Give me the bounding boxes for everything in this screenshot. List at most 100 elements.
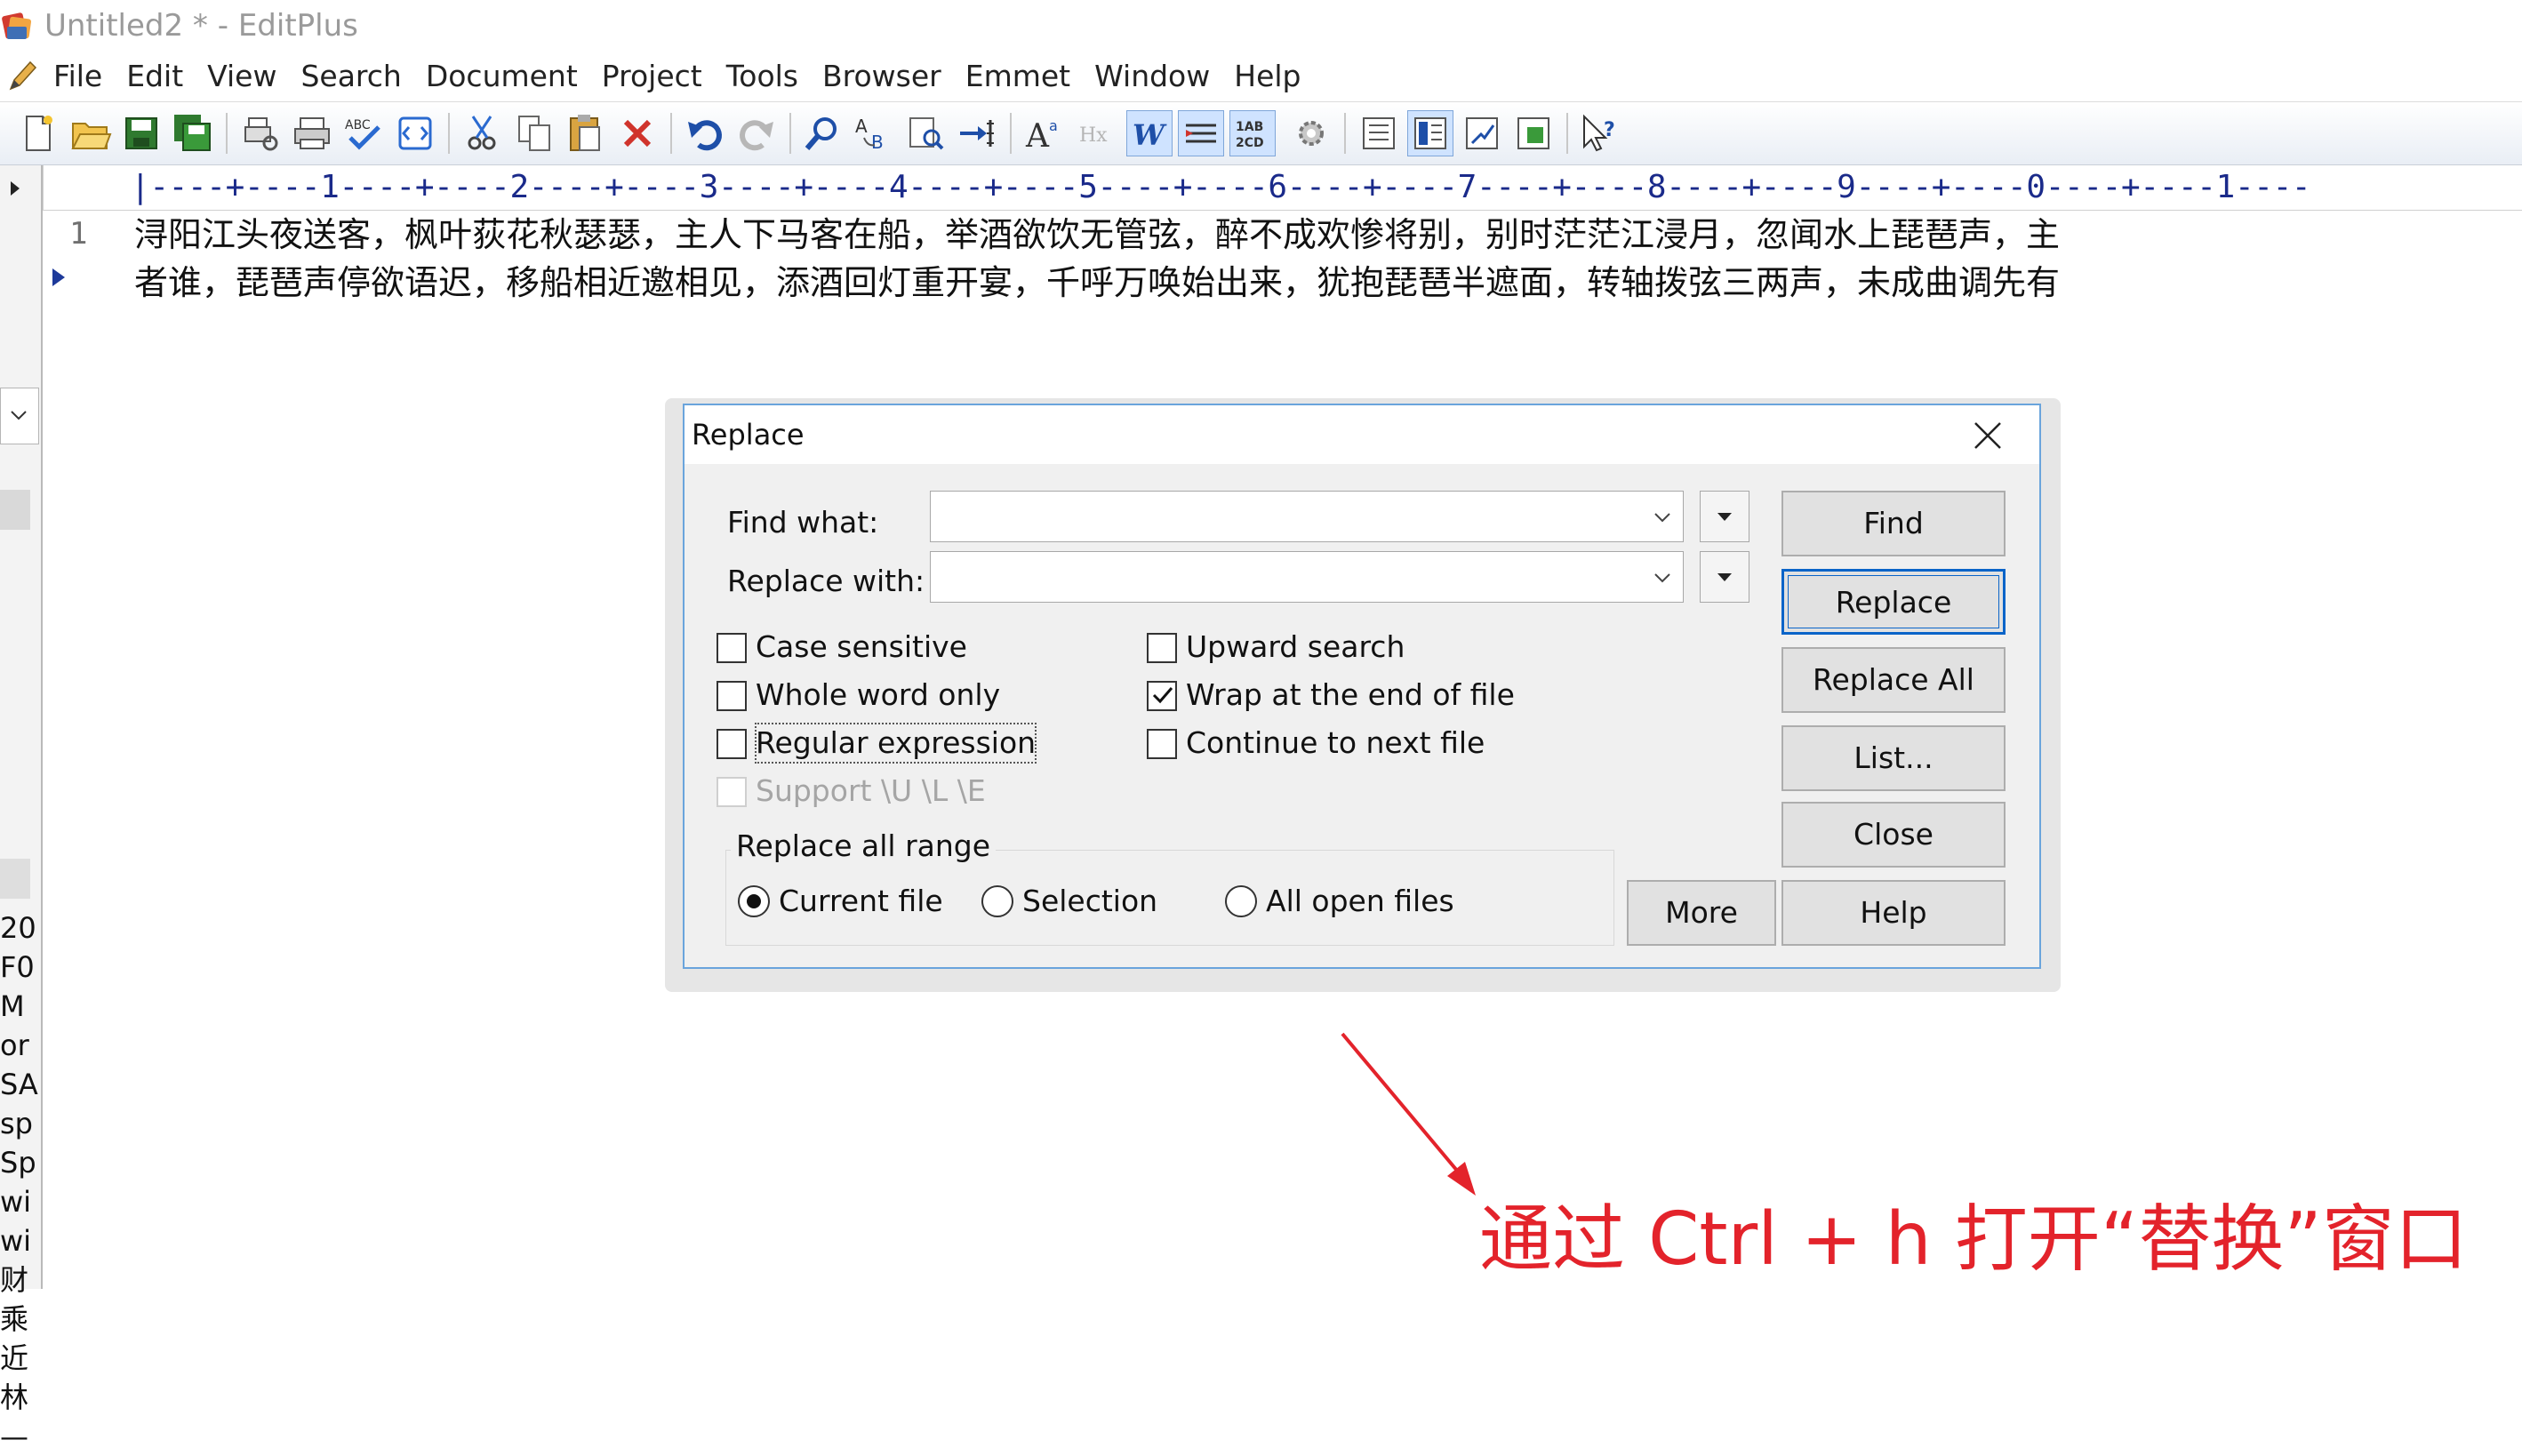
replace-options-dropdown[interactable] — [1700, 551, 1749, 603]
menu-edit[interactable]: Edit — [126, 52, 183, 101]
replace-all-button[interactable]: Replace All — [1781, 647, 2006, 713]
list-item[interactable]: sp — [0, 1104, 39, 1143]
list-item[interactable]: M — [0, 987, 39, 1026]
replace-icon[interactable]: AB — [852, 111, 896, 156]
menu-search[interactable]: Search — [300, 52, 401, 101]
regular-expression-checkbox[interactable] — [717, 729, 747, 759]
list-item[interactable]: 林 — [0, 1378, 39, 1417]
pencil-icon[interactable] — [5, 59, 37, 94]
word-wrap-icon[interactable]: W — [1126, 110, 1173, 156]
panel-splitter[interactable] — [0, 859, 30, 899]
panel-expand-icon[interactable] — [4, 178, 25, 199]
selection-radio[interactable] — [981, 885, 1013, 917]
upward-search-checkbox[interactable] — [1147, 633, 1177, 663]
editplus-app-icon[interactable] — [0, 9, 36, 43]
list-item[interactable]: wi — [0, 1221, 39, 1260]
replace-with-input[interactable] — [938, 557, 1635, 598]
all-open-files-radio[interactable] — [1225, 885, 1257, 917]
chevron-down-icon[interactable] — [1651, 506, 1674, 529]
find-options-dropdown[interactable] — [1700, 491, 1749, 542]
list-item[interactable]: wi — [0, 1182, 39, 1221]
cut-icon[interactable] — [460, 111, 505, 156]
new-file-icon[interactable] — [16, 111, 60, 156]
close-button[interactable]: Close — [1781, 802, 2006, 868]
list-item[interactable]: or — [0, 1026, 39, 1065]
current-file-radio[interactable] — [738, 885, 770, 917]
save-all-icon[interactable] — [171, 111, 215, 156]
chevron-down-icon[interactable] — [1651, 566, 1674, 589]
dialog-title-bar[interactable]: Replace — [685, 405, 2039, 464]
delete-icon[interactable] — [615, 111, 660, 156]
replace-button[interactable]: Replace — [1781, 569, 2006, 635]
close-icon[interactable] — [1970, 418, 2006, 453]
current-file-label[interactable]: Current file — [779, 882, 943, 921]
menu-file[interactable]: File — [53, 52, 102, 101]
svg-text:B: B — [871, 132, 884, 153]
panel-scroll-thumb[interactable] — [0, 490, 30, 530]
browser-preview-icon[interactable] — [393, 111, 437, 156]
find-what-combobox[interactable] — [930, 491, 1684, 542]
menu-browser[interactable]: Browser — [822, 52, 941, 101]
redo-icon[interactable] — [734, 111, 779, 156]
whole-word-checkbox[interactable] — [717, 681, 747, 711]
menu-help[interactable]: Help — [1234, 52, 1301, 101]
save-icon[interactable] — [119, 111, 164, 156]
regular-expression-label[interactable]: Regular expression — [754, 723, 1037, 764]
directory-panel-icon[interactable] — [1407, 110, 1453, 156]
list-item[interactable]: 近 — [0, 1339, 39, 1378]
print-preview-icon[interactable] — [238, 111, 283, 156]
menu-window[interactable]: Window — [1094, 52, 1210, 101]
open-folder-icon[interactable] — [68, 111, 112, 156]
replace-range-title: Replace all range — [731, 827, 997, 866]
output-window-icon[interactable] — [1460, 111, 1504, 156]
menu-view[interactable]: View — [207, 52, 276, 101]
list-button[interactable]: List... — [1781, 725, 2006, 791]
menu-project[interactable]: Project — [602, 52, 702, 101]
case-sensitive-label[interactable]: Case sensitive — [756, 628, 967, 667]
fullscreen-icon[interactable] — [1511, 111, 1556, 156]
goto-line-icon[interactable] — [955, 111, 999, 156]
find-button[interactable]: Find — [1781, 491, 2006, 556]
find-icon[interactable] — [800, 111, 845, 156]
replace-with-combobox[interactable] — [930, 551, 1684, 603]
list-item[interactable]: 20 — [0, 908, 39, 948]
paste-icon[interactable] — [564, 111, 608, 156]
list-item[interactable]: 乘 — [0, 1300, 39, 1339]
selection-label[interactable]: Selection — [1022, 882, 1157, 921]
editor-text-line[interactable]: 者谁，琵琶声停欲语迟，移船相近邀相见，添酒回灯重开宴，千呼万唤始出来，犹抱琵琶半… — [134, 259, 2060, 307]
menu-emmet[interactable]: Emmet — [965, 52, 1070, 101]
find-in-files-icon[interactable] — [903, 111, 948, 156]
column-selection-icon[interactable]: 1AB2CD — [1229, 110, 1276, 156]
spell-check-icon[interactable]: ABC — [341, 111, 386, 156]
list-item[interactable]: SA — [0, 1065, 39, 1104]
cliptext-panel-icon[interactable] — [1357, 111, 1401, 156]
whole-word-label[interactable]: Whole word only — [756, 676, 1000, 715]
svg-text:1AB: 1AB — [1236, 120, 1263, 134]
list-item[interactable]: — — [0, 1417, 39, 1456]
all-open-files-label[interactable]: All open files — [1266, 882, 1454, 921]
editor-text-line[interactable]: 浔阳江头夜送客，枫叶荻花秋瑟瑟，主人下马客在船，举酒欲饮无管弦，醉不成欢惨将别，… — [134, 211, 2060, 259]
line-number-icon[interactable] — [1178, 110, 1224, 156]
find-what-input[interactable] — [938, 497, 1635, 538]
wrap-end-of-file-checkbox[interactable] — [1147, 681, 1177, 711]
continue-next-file-checkbox[interactable] — [1147, 729, 1177, 759]
wrap-end-of-file-label[interactable]: Wrap at the end of file — [1186, 676, 1515, 715]
copy-icon[interactable] — [512, 111, 556, 156]
upward-search-label[interactable]: Upward search — [1186, 628, 1405, 667]
case-sensitive-checkbox[interactable] — [717, 633, 747, 663]
list-item[interactable]: Sp — [0, 1143, 39, 1182]
hex-icon[interactable]: Hx — [1074, 111, 1118, 156]
print-icon[interactable] — [290, 111, 334, 156]
panel-dropdown[interactable] — [0, 388, 39, 444]
more-button[interactable]: More — [1627, 880, 1776, 946]
list-item[interactable]: F0 — [0, 948, 39, 987]
continue-next-file-label[interactable]: Continue to next file — [1186, 724, 1485, 763]
font-icon[interactable]: Aa — [1022, 111, 1067, 156]
menu-tools[interactable]: Tools — [726, 52, 798, 101]
help-button[interactable]: Help — [1781, 880, 2006, 946]
help-pointer-icon[interactable]: ? — [1577, 111, 1621, 156]
settings-gear-icon[interactable] — [1289, 111, 1333, 156]
list-item[interactable]: 财 — [0, 1260, 39, 1300]
undo-icon[interactable] — [683, 111, 727, 156]
menu-document[interactable]: Document — [426, 52, 578, 101]
